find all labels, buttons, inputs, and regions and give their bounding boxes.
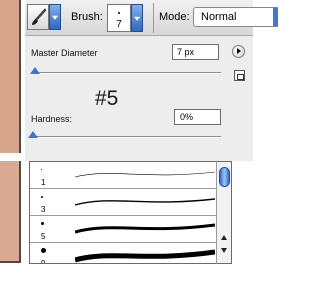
brush-settings-palette: Master Diameter 7 px #5 Hardness: 0% bbox=[25, 36, 253, 155]
brush-tip-preview bbox=[41, 248, 46, 253]
tool-preset-dropdown-button[interactable] bbox=[49, 4, 61, 30]
brush-preset-size: 3 bbox=[41, 205, 46, 214]
hardness-label: Hardness: bbox=[31, 114, 73, 124]
canvas-edge-top bbox=[0, 0, 21, 153]
hardness-slider-thumb[interactable] bbox=[28, 131, 38, 138]
new-preset-icon[interactable] bbox=[234, 70, 245, 81]
brush-preset-row[interactable]: 9 bbox=[30, 243, 220, 264]
brush-preset-row[interactable]: 5 bbox=[30, 216, 220, 243]
brush-preset-row[interactable]: 1 bbox=[30, 162, 220, 189]
brush-preset-list: 1 3 5 9 bbox=[29, 161, 232, 264]
scroll-up-icon[interactable] bbox=[221, 235, 227, 240]
brush-preset-size: 5 bbox=[41, 232, 46, 241]
mode-select-value: Normal bbox=[201, 11, 237, 23]
brush-stroke-preview bbox=[75, 223, 215, 234]
brush-size-value: 7 bbox=[116, 19, 122, 30]
scroll-down-icon[interactable] bbox=[221, 248, 227, 253]
master-diameter-label: Master Diameter bbox=[31, 48, 98, 58]
scrollbar-thumb[interactable] bbox=[219, 167, 230, 187]
mode-select[interactable]: Normal bbox=[193, 7, 278, 27]
brush-preset-size: 9 bbox=[41, 259, 46, 264]
tool-preset-picker[interactable] bbox=[27, 4, 49, 30]
brush-picker-dropdown-button[interactable] bbox=[131, 4, 143, 32]
palette-menu-button[interactable] bbox=[232, 45, 245, 58]
brush-stroke-preview bbox=[75, 171, 215, 178]
chevron-down-icon bbox=[52, 15, 58, 20]
brush-picker[interactable]: 7 bbox=[107, 4, 131, 32]
brush-preset-size: 1 bbox=[41, 178, 46, 187]
brush-tip-preview bbox=[41, 169, 42, 170]
master-diameter-field[interactable]: 7 px bbox=[172, 44, 219, 60]
mode-label: Mode: bbox=[159, 11, 190, 23]
hardness-slider[interactable] bbox=[33, 136, 221, 138]
chevron-down-icon bbox=[134, 16, 140, 21]
master-diameter-slider-thumb[interactable] bbox=[30, 67, 40, 74]
brush-stroke-preview bbox=[75, 198, 215, 206]
mode-select-arrow bbox=[273, 8, 278, 26]
brush-preset-row[interactable]: 3 bbox=[30, 189, 220, 216]
brush-tip-preview bbox=[41, 196, 43, 198]
master-diameter-slider[interactable] bbox=[33, 72, 221, 74]
brush-stroke-preview bbox=[75, 249, 215, 263]
brush-list-scrollbar[interactable] bbox=[216, 161, 232, 264]
hardness-field[interactable]: 0% bbox=[174, 109, 221, 125]
toolbar-separator bbox=[153, 3, 154, 33]
canvas-edge-bottom bbox=[0, 161, 21, 263]
step-annotation: #5 bbox=[95, 87, 119, 110]
options-bar: Brush: 7 Mode: Normal bbox=[25, 0, 278, 36]
brush-label: Brush: bbox=[71, 11, 103, 23]
brush-tip-preview bbox=[118, 12, 120, 14]
brush-tip-preview bbox=[41, 222, 44, 225]
